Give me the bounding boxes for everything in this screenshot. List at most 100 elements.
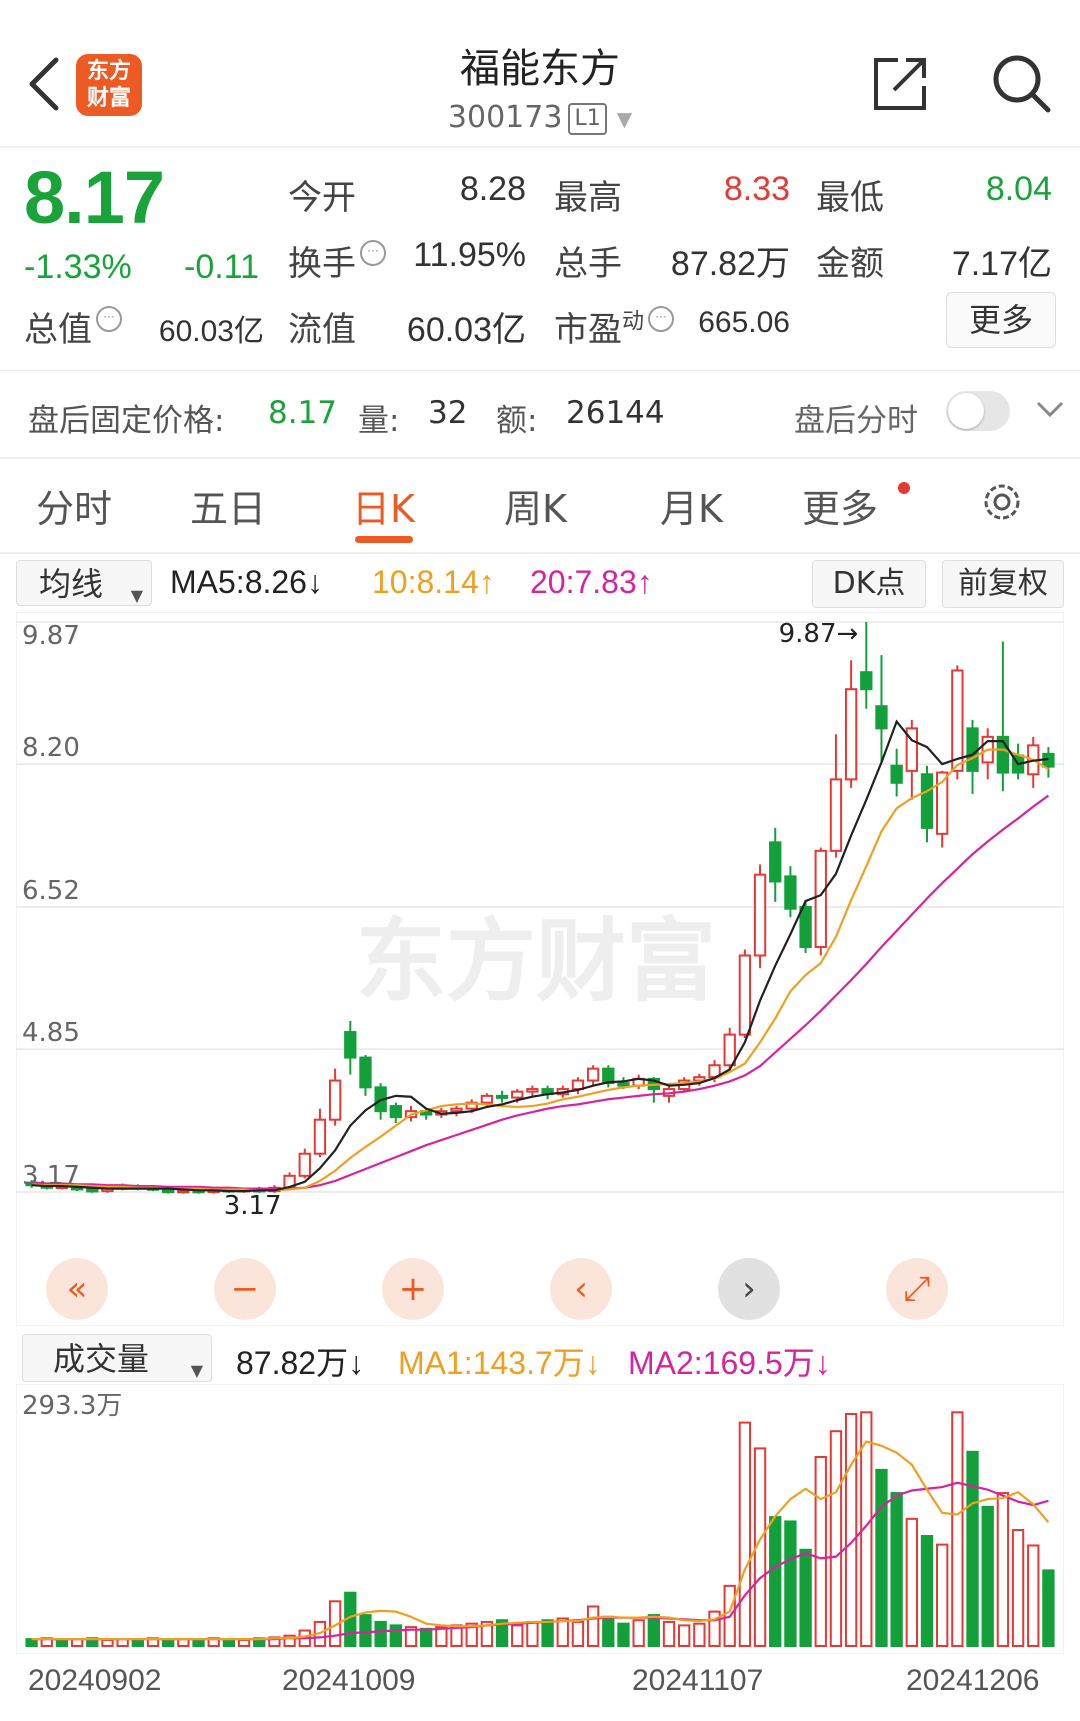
change-amount: -0.11 xyxy=(184,248,259,286)
volume-bar xyxy=(1042,1569,1055,1647)
volume-bar xyxy=(556,1617,569,1647)
high-price-marker: 9.87→ xyxy=(779,619,859,649)
float-value: 60.03亿 xyxy=(406,311,526,349)
date-label: 20241107 xyxy=(632,1664,764,1697)
tab-weekly-k[interactable]: 周K xyxy=(504,478,567,533)
candle-body xyxy=(814,849,827,948)
candle-body xyxy=(829,778,843,852)
scroll-left-fast-button[interactable]: « xyxy=(46,1258,108,1320)
volume-axis-max: 293.3万 xyxy=(22,1391,122,1421)
candle-body xyxy=(875,705,888,730)
volume-bar xyxy=(996,1492,1010,1647)
candle-body xyxy=(723,1033,736,1067)
volume-bar xyxy=(1027,1544,1040,1648)
zoom-in-button[interactable]: + xyxy=(382,1258,444,1320)
notification-dot xyxy=(898,482,910,494)
amount-value: 7.17亿 xyxy=(951,245,1052,283)
volume-bar xyxy=(814,1455,827,1648)
low-price-marker: 3.17 xyxy=(224,1191,282,1221)
date-label: 20241009 xyxy=(282,1664,416,1697)
after-hours-price: 8.17 xyxy=(268,395,338,431)
volume-bar xyxy=(571,1620,585,1647)
ma20-value: 20:7.83↑ xyxy=(530,564,653,600)
volume-ma2: MA2:169.5万↓ xyxy=(628,1345,831,1381)
candle-body xyxy=(920,773,934,829)
after-hours-amount: 26144 xyxy=(566,395,665,431)
candle-body xyxy=(86,1188,99,1193)
candle-body xyxy=(480,1094,494,1104)
turnover-label[interactable]: 换手 ··· xyxy=(288,236,386,285)
candle-body xyxy=(951,669,964,772)
candle-body xyxy=(799,906,812,948)
toggle-knob xyxy=(948,393,984,429)
stock-code: 300173 xyxy=(447,100,563,135)
candle-body xyxy=(313,1118,327,1155)
candle-body xyxy=(753,873,767,957)
price-axis-label: 9.87 xyxy=(22,621,80,651)
candle-body xyxy=(586,1067,600,1082)
active-tab-indicator xyxy=(355,536,413,543)
turnover-value: 11.95% xyxy=(413,236,526,274)
total-value-label[interactable]: 总值 ··· xyxy=(24,302,122,351)
scroll-left-button[interactable]: ‹ xyxy=(550,1258,612,1320)
tab-timeshare[interactable]: 分时 xyxy=(36,478,112,533)
volume-bar xyxy=(192,1638,205,1648)
date-label: 20240902 xyxy=(28,1664,162,1697)
info-icon[interactable]: ··· xyxy=(648,306,675,332)
volume-bar xyxy=(905,1517,918,1647)
indicator-select[interactable]: 均线 ▼ xyxy=(16,560,152,606)
after-hours-toggle[interactable] xyxy=(946,391,1010,431)
volume-indicator-select[interactable]: 成交量 ▼ xyxy=(22,1334,212,1382)
total-value: 60.03亿 xyxy=(158,315,264,348)
open-label: 今开 xyxy=(288,178,356,218)
tab-daily-k[interactable]: 日K xyxy=(352,478,415,533)
share-external-icon[interactable] xyxy=(870,52,932,114)
candle-body xyxy=(298,1152,311,1177)
dk-point-button[interactable]: DK点 xyxy=(812,560,926,608)
tab-more[interactable]: 更多 xyxy=(802,478,878,533)
candle-body xyxy=(617,1082,630,1087)
caret-down-icon: ▼ xyxy=(616,106,633,131)
scroll-right-button[interactable]: › xyxy=(718,1258,780,1320)
after-hours-amount-label: 额: xyxy=(496,403,538,439)
volume-bar xyxy=(769,1516,782,1647)
volume-bar xyxy=(662,1620,676,1647)
ma-indicator-row: 均线 ▼ MA5:8.26↓ 10:8.14↑ 20:7.83↑ DK点 前复权 xyxy=(0,556,1080,612)
adjust-mode-button[interactable]: 前复权 xyxy=(942,560,1064,608)
search-icon[interactable] xyxy=(990,52,1052,114)
zoom-out-button[interactable]: − xyxy=(214,1258,276,1320)
chevron-down-icon[interactable] xyxy=(1030,389,1070,429)
info-icon[interactable]: ··· xyxy=(360,240,386,266)
kline-chart[interactable]: 东方财富 9.87 8.20 6.52 4.85 3.17 9.87→ 3.17 xyxy=(16,612,1064,1326)
candle-body xyxy=(844,688,858,781)
current-price: 8.17 xyxy=(24,156,165,239)
volume-bar xyxy=(799,1548,812,1648)
watermark: 东方财富 xyxy=(356,909,716,1014)
volume-bar xyxy=(829,1430,843,1647)
volume-bar xyxy=(374,1620,387,1647)
candle-body xyxy=(738,954,752,1036)
volume-bar xyxy=(162,1638,175,1648)
stock-header: 东方 财富 福能东方 300173 L1 ▼ xyxy=(0,0,1080,148)
level-badge: L1 xyxy=(568,102,607,135)
volume-bar xyxy=(1011,1529,1025,1648)
change-percent: -1.33% xyxy=(24,248,132,286)
more-quote-button[interactable]: 更多 xyxy=(946,292,1056,348)
fullscreen-button[interactable]: ⤢ xyxy=(886,1258,948,1320)
tab-monthly-k[interactable]: 月K xyxy=(660,478,723,533)
info-icon[interactable]: ··· xyxy=(96,306,122,332)
amount-label: 金额 xyxy=(816,244,884,284)
tab-five-day[interactable]: 五日 xyxy=(190,478,266,533)
stock-code-row[interactable]: 300173 L1 ▼ xyxy=(340,100,740,135)
volume-bar xyxy=(586,1605,600,1647)
open-value: 8.28 xyxy=(459,170,526,208)
ma10-value: 10:8.14↑ xyxy=(372,564,495,600)
high-value: 8.33 xyxy=(723,170,790,208)
chevron-left-icon[interactable] xyxy=(22,52,66,116)
after-hours-timeshare-label: 盘后分时 xyxy=(794,403,918,439)
date-label: 20241206 xyxy=(906,1664,1040,1697)
price-axis-label: 8.20 xyxy=(22,733,80,763)
pe-label[interactable]: 市盈动 ··· xyxy=(554,302,675,351)
volume-chart[interactable]: 293.3万 xyxy=(16,1384,1064,1654)
gear-icon[interactable] xyxy=(978,478,1026,526)
